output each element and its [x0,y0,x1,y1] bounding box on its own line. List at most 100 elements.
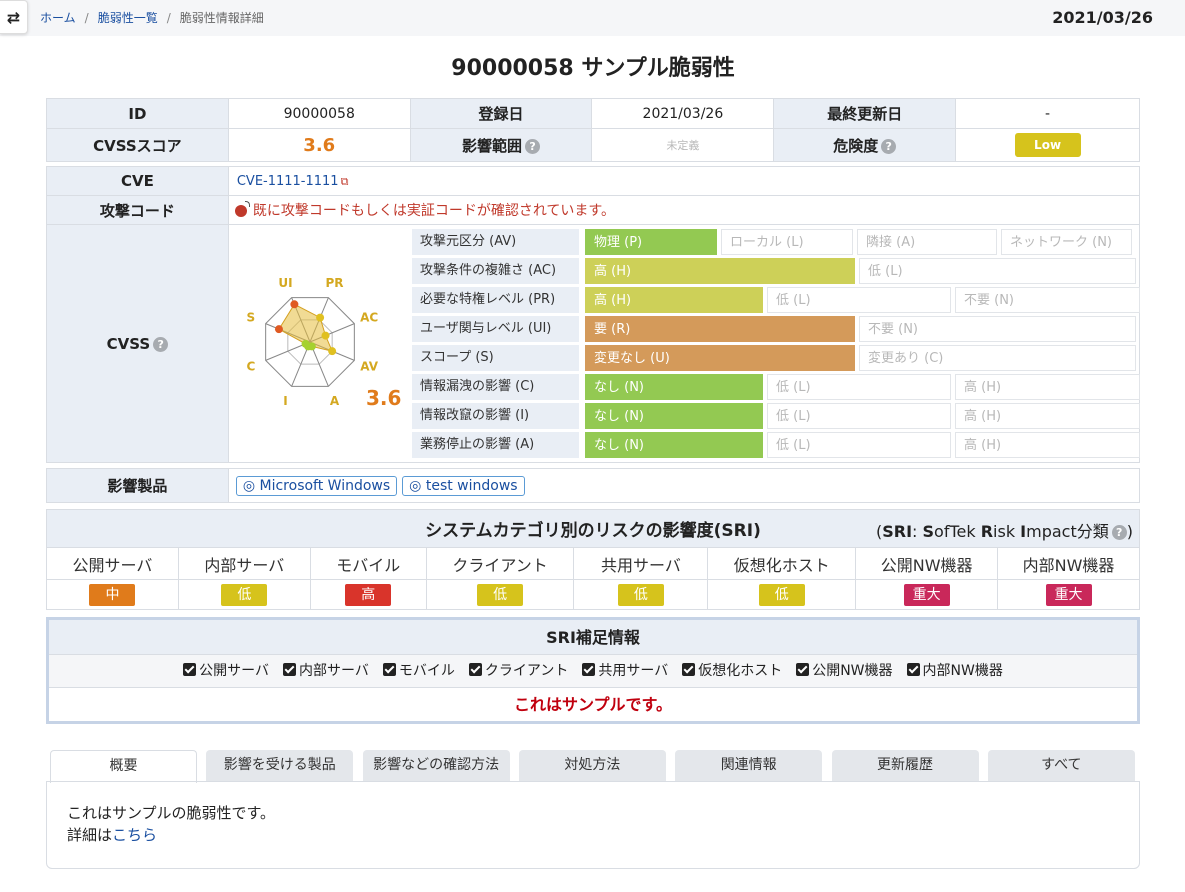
registered-value: 2021/03/26 [591,98,775,129]
cvss-score-label: CVSSスコア [46,128,229,162]
sri-level-badge: 高 [345,583,392,606]
sri-level-badge: 低 [617,583,664,606]
exploit-value: 既に攻撃コードもしくは実証コードが確認されています。 [227,195,1141,225]
sri-level-cell: 低 [573,579,709,610]
sri-note-isk: isk [993,522,1021,541]
risk-label-text: 危険度 [833,136,879,155]
sri-supplement-checkbox[interactable]: 内部NW機器 [906,655,1003,688]
sri-level-badge: 低 [758,583,805,606]
cvss-metric-option: ネットワーク (N) [1001,229,1132,255]
overview-detail-prefix: 詳細は [67,826,113,844]
sri-supplement-checkbox[interactable]: 仮想化ホスト [682,655,782,688]
breadcrumb-list[interactable]: 脆弱性一覧 [98,11,158,25]
scope-value: 未定義 [591,128,775,162]
sri-level-badge: 低 [221,583,268,606]
help-icon[interactable]: ? [1111,525,1127,540]
cvss-metric-option: 低 (L) [767,403,951,429]
sri-level-cell: 重大 [997,579,1140,610]
help-icon[interactable]: ? [881,138,897,154]
tab-1[interactable]: 影響を受ける製品 [206,750,354,782]
sri-note-abbr: SRI [882,522,913,541]
radar-label: I [283,394,287,408]
sri-category-name: 公開サーバ [46,547,179,580]
cvss-metric-option: 変更なし (U) [585,345,855,371]
sri-note-s: S [922,522,935,541]
tab-5[interactable]: 更新履歴 [831,750,979,782]
sri-supplement-checkbox[interactable]: クライアント [468,655,569,688]
cvss-metric-label: 情報漏洩の影響 (C) [412,374,579,400]
swap-icon[interactable]: ⇄ [0,0,28,34]
sri-table: システムカテゴリ別のリスクの影響度(SRI) (SRI: SofTek Risk… [46,509,1140,610]
updated-value: - [955,98,1140,129]
tab-0[interactable]: 概要 [50,750,197,783]
help-icon[interactable]: ? [153,336,169,352]
cvss-metric-option: 不要 (N) [955,287,1140,313]
sri-note-o: ofTek [934,522,981,541]
registered-label: 登録日 [409,98,593,129]
sri-level-badge: 中 [89,583,136,606]
cvss-metric-label: ユーザ関与レベル (UI) [412,316,579,342]
sri-level-cell: 低 [177,579,311,610]
cvss-metric-option: 高 (H) [955,403,1140,429]
sri-supplement-checkbox-label: 公開NW機器 [812,663,893,679]
help-icon[interactable]: ? [525,138,541,154]
cvss-metric-option: 低 (L) [767,432,951,458]
page-title: 90000058 サンプル脆弱性 [451,56,735,81]
tab-6[interactable]: すべて [987,750,1135,782]
checkbox-checked-icon [796,663,810,676]
sri-supplement-checkbox[interactable]: 公開サーバ [183,655,269,688]
checkbox-checked-icon [468,663,482,676]
cvss-metric-label: スコープ (S) [412,345,579,371]
product-tag[interactable]: ◎ Microsoft Windows [235,475,398,496]
cvss-metric-option: 高 (H) [585,287,763,313]
cvss-metric-label: 攻撃条件の複雑さ (AC) [412,258,579,284]
sri-level-cell: 高 [309,579,427,610]
sri-supplement: SRI補足情報 公開サーバ 内部サーバ モバイル クライアント 共用サーバ 仮想化ホスト公… [46,617,1140,724]
sri-supplement-checkbox-label: モバイル [398,663,455,679]
sri-level-badge: 低 [477,583,524,606]
sri-supplement-checkbox-label: 仮想化ホスト [698,663,783,679]
radar-point [301,339,310,348]
tab-3[interactable]: 対処方法 [518,750,666,782]
radar-point [321,331,330,340]
updated-label: 最終更新日 [773,98,957,129]
sri-category-name: クライアント [425,547,575,580]
cvss-metric-label: 業務停止の影響 (A) [412,432,579,458]
cvss-score-value: 3.6 [227,128,411,162]
tab-2[interactable]: 影響などの確認方法 [362,750,510,782]
cvss-metric-option: なし (N) [585,374,763,400]
sri-category-name: 仮想化ホスト [707,547,857,580]
overview-detail-link[interactable]: こちら [112,826,157,844]
checkbox-checked-icon [906,663,920,676]
sri-supplement-checkbox-label: 共用サーバ [598,663,669,679]
exploit-label: 攻撃コード [46,195,229,225]
cvss-radar-score: 3.6 [366,386,402,410]
cvss-metric-option: なし (N) [585,432,763,458]
header-date: 2021/03/26 [1052,8,1153,27]
radar-point [290,300,299,309]
product-tag[interactable]: ◎ test windows [402,475,525,496]
tab-4[interactable]: 関連情報 [675,750,823,782]
breadcrumb-current: 脆弱性情報詳細 [179,11,264,25]
sri-supplement-checkbox[interactable]: 公開NW機器 [796,655,893,688]
radar-label: AC [360,311,378,325]
sri-supplement-checkbox[interactable]: 共用サーバ [582,655,668,688]
radar-label: C [246,359,255,373]
product-name: Microsoft Windows [259,477,391,494]
sri-supplement-note: これはサンプルです。 [514,695,672,714]
exploit-text: 既に攻撃コードもしくは実証コードが確認されています。 [252,203,616,219]
sri-note-suffix: ) [1126,522,1133,541]
sri-category-name: 公開NW機器 [855,547,999,580]
scope-label: 影響範囲? [409,128,593,162]
radar-point [274,325,283,334]
cvss-metric-option: 要 (R) [585,316,855,342]
product-name: test windows [425,477,518,494]
breadcrumb-home[interactable]: ホーム [40,11,76,25]
cve-link[interactable]: CVE-1111-1111 [237,174,339,189]
sri-supplement-checkbox[interactable]: モバイル [382,655,455,688]
sri-supplement-checkbox-label: 公開サーバ [199,663,269,679]
cvss-metric-label: 攻撃元区分 (AV) [412,229,579,255]
checkbox-checked-icon [183,663,197,676]
sri-supplement-checkbox-label: クライアント [484,663,569,679]
sri-supplement-checkbox[interactable]: 内部サーバ [283,655,369,688]
